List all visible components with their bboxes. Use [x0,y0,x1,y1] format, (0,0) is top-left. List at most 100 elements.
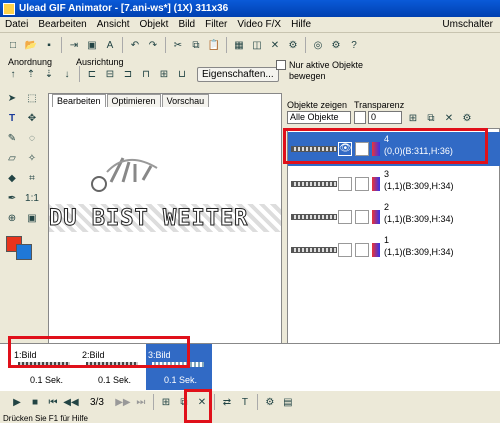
stop-icon[interactable]: ■ [27,394,43,410]
send-backward-icon[interactable]: ⇣ [41,66,57,82]
actual-size-icon[interactable]: 1:1 [24,190,40,206]
transparency-input[interactable]: 0 [368,111,402,124]
menu-videofx[interactable]: Video F/X [232,19,286,30]
menu-umschalter[interactable]: Umschalter [437,19,498,30]
menu-datei[interactable]: Datei [0,19,33,30]
last-frame-icon[interactable]: ⏭ [133,394,149,410]
menu-filter[interactable]: Filter [200,19,232,30]
first-frame-icon[interactable]: ⏮ [45,394,61,410]
object-thumbnail [291,247,337,253]
tab-optimieren[interactable]: Optimieren [106,94,161,107]
nur-aktive-checkbox[interactable] [276,60,286,70]
prev-frame-icon[interactable]: ◀◀ [63,394,79,410]
color-icon [372,177,380,191]
frame-panel-icon[interactable]: ▤ [280,394,296,410]
frame-time: 0.1 Sek. [164,375,198,385]
copy-icon[interactable]: ⧉ [188,37,204,53]
lasso-icon[interactable]: ◌ [24,130,40,146]
zoom-icon[interactable]: ⊕ [4,210,20,226]
text-icon[interactable]: A [102,37,118,53]
lock-box[interactable] [355,243,369,257]
align-top-icon[interactable]: ⊓ [138,66,154,82]
fill-icon[interactable]: ◆ [4,170,20,186]
tab-bearbeiten[interactable]: Bearbeiten [52,94,106,107]
next-frame-icon[interactable]: ▶▶ [115,394,131,410]
properties-frame-icon[interactable]: ⚙ [262,394,278,410]
text-tool-icon[interactable]: T [4,110,20,126]
window-title: Ulead GIF Animator - [7.ani-ws*] (1X) 31… [19,3,229,14]
object-item[interactable]: 1 (1,1)(B:309,H:34) [288,233,500,267]
transparency-value: 0 [371,112,377,122]
objekte-zeigen-dropdown[interactable]: Alle Objekte [287,111,351,124]
eye-box[interactable] [338,210,352,224]
menu-bearbeiten[interactable]: Bearbeiten [33,19,91,30]
eyedropper-icon[interactable]: ✒ [4,190,20,206]
menu-bild[interactable]: Bild [173,19,200,30]
help-icon[interactable]: ? [346,37,362,53]
add-object-icon[interactable]: ⊞ [405,110,421,126]
tween-icon[interactable]: ⇄ [219,394,235,410]
redo-icon[interactable]: ↷ [145,37,161,53]
brush-icon[interactable]: ✎ [4,130,20,146]
menu-hilfe[interactable]: Hilfe [286,19,316,30]
align-right-icon[interactable]: ⊐ [120,66,136,82]
lock-box[interactable] [355,210,369,224]
hand-icon[interactable]: ▣ [24,210,40,226]
lock-box[interactable] [355,177,369,191]
frame2-icon[interactable]: ◫ [249,37,265,53]
frame-icon[interactable]: ▦ [231,37,247,53]
objekte-zeigen-value: Alle Objekte [290,112,339,122]
align-bottom-icon[interactable]: ⊔ [174,66,190,82]
bring-forward-icon[interactable]: ⇡ [23,66,39,82]
magic-wand-icon[interactable]: ✧ [24,150,40,166]
duplicate-object-icon[interactable]: ⧉ [423,110,439,126]
properties-object-icon[interactable]: ⚙ [459,110,475,126]
marquee-icon[interactable]: ⬚ [24,90,40,106]
settings-icon[interactable]: ⚙ [328,37,344,53]
app-icon [3,2,15,15]
delete-icon[interactable]: ✕ [267,37,283,53]
highlight-box [8,336,190,368]
transparenz-label: Transparenz [354,100,405,110]
globe-icon[interactable]: ◎ [310,37,326,53]
undo-icon[interactable]: ↶ [127,37,143,53]
paste-icon[interactable]: 📋 [206,37,222,53]
align-middle-icon[interactable]: ⊞ [156,66,172,82]
menu-ansicht[interactable]: Ansicht [92,19,135,30]
canvas-area[interactable]: DU BIST WEITER [48,93,282,346]
color-icon [372,243,380,257]
transparency-checkbox[interactable] [354,111,366,124]
tab-vorschau[interactable]: Vorschau [161,94,210,107]
crop-icon[interactable]: ⌗ [24,170,40,186]
playback-bar: ▶ ■ ⏮ ◀◀ 3/3 ▶▶ ⏭ ⊞ ⧉ ✕ ⇄ T ⚙ ▤ [0,391,500,413]
objekte-zeigen-label: Objekte zeigen [287,100,348,110]
object-item[interactable]: 3 (1,1)(B:309,H:34) [288,167,500,201]
banner-text: DU BIST WEITER [49,204,281,232]
eigenschaften-button[interactable]: Eigenschaften... [197,66,279,82]
transform-icon[interactable]: ✥ [24,110,40,126]
image-icon[interactable]: ▣ [84,37,100,53]
view-tabs: Bearbeiten Optimieren Vorschau [52,94,210,107]
cut-icon[interactable]: ✂ [170,37,186,53]
object-info: (1,1)(B:309,H:34) [384,247,454,257]
send-back-icon[interactable]: ↓ [59,66,75,82]
import-icon[interactable]: ⇥ [66,37,82,53]
banner-text-icon[interactable]: T [237,394,253,410]
add-frame-icon[interactable]: ⊞ [158,394,174,410]
menu-objekt[interactable]: Objekt [135,19,174,30]
eye-box[interactable] [338,243,352,257]
play-icon[interactable]: ▶ [9,394,25,410]
open-icon[interactable]: 📂 [23,37,39,53]
eraser-icon[interactable]: ▱ [4,150,20,166]
delete-object-icon[interactable]: ✕ [441,110,457,126]
align-center-icon[interactable]: ⊟ [102,66,118,82]
save-icon[interactable]: ▪ [41,37,57,53]
background-color-swatch[interactable] [16,244,32,260]
align-left-icon[interactable]: ⊏ [84,66,100,82]
object-item[interactable]: 2 (1,1)(B:309,H:34) [288,200,500,234]
pointer-icon[interactable]: ➤ [4,90,20,106]
bring-front-icon[interactable]: ↑ [5,66,21,82]
gear-icon[interactable]: ⚙ [285,37,301,53]
new-icon[interactable]: □ [5,37,21,53]
eye-box[interactable] [338,177,352,191]
